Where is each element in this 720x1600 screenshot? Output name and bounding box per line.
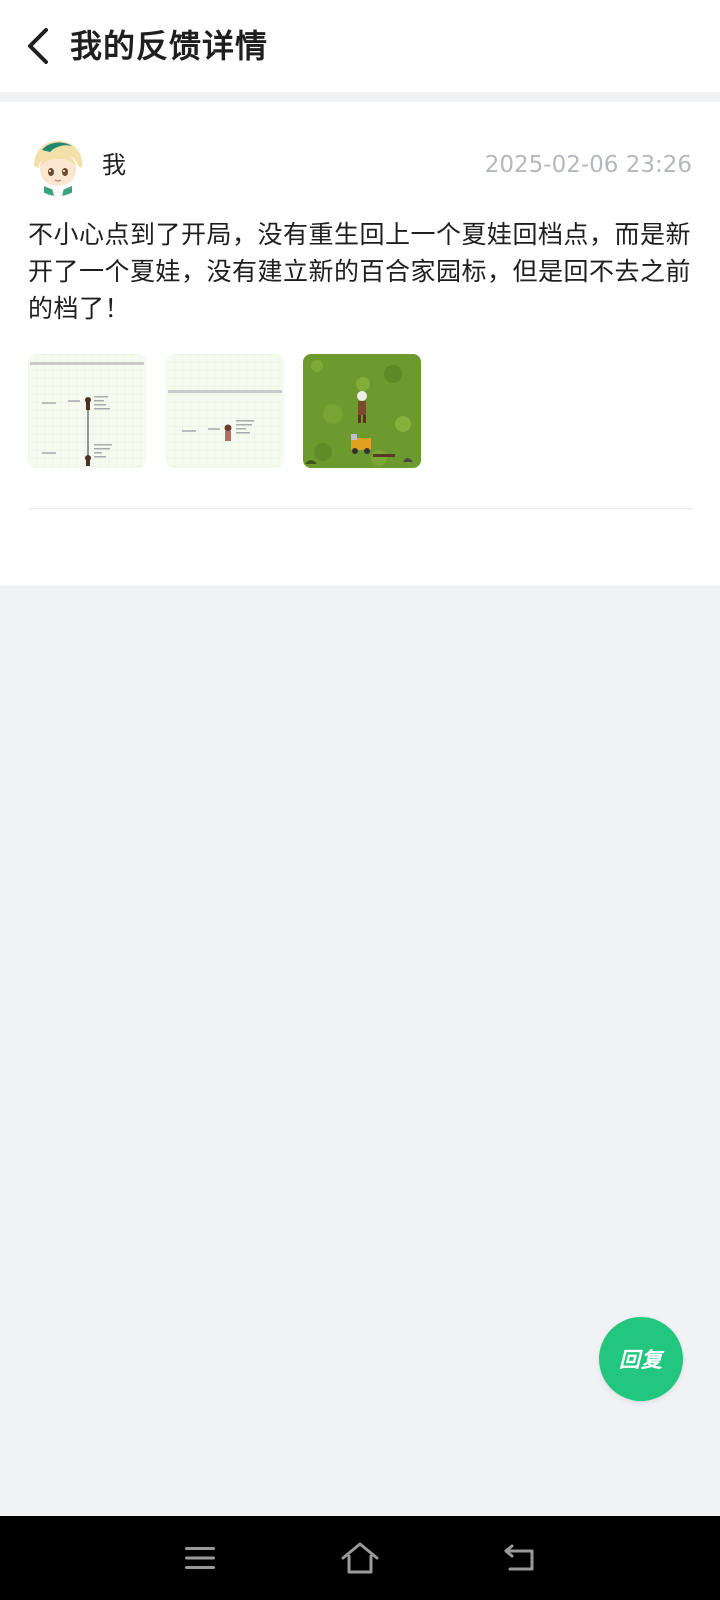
home-button[interactable] <box>338 1536 382 1580</box>
back-nav-button[interactable] <box>498 1536 542 1580</box>
attachment-thumbnail-2[interactable] <box>166 354 284 468</box>
menu-icon <box>185 1547 215 1569</box>
system-navigation-bar <box>0 1516 720 1600</box>
attachment-thumbnail-1[interactable] <box>28 354 146 468</box>
page-title: 我的反馈详情 <box>70 27 269 65</box>
avatar-character-icon <box>28 136 88 196</box>
menu-button[interactable] <box>178 1536 222 1580</box>
family-tree-image <box>166 354 284 468</box>
feedback-timestamp: 2025-02-06 23:26 <box>484 152 692 178</box>
header-bar: 我的反馈详情 <box>0 0 720 92</box>
feedback-message: 不小心点到了开局，没有重生回上一个夏娃回档点，而是新开了一个夏娃，没有建立新的百… <box>28 220 692 323</box>
attachment-thumbnail-3[interactable] <box>303 354 421 468</box>
feedback-card: 我 2025-02-06 23:26 不小心点到了开局，没有重生回上一个夏娃回档… <box>0 102 720 585</box>
back-icon <box>504 1544 534 1571</box>
game-field-image <box>303 354 421 468</box>
home-icon <box>341 1542 379 1574</box>
author-name: 我 <box>102 151 126 179</box>
family-tree-image <box>28 354 146 468</box>
chevron-left-icon <box>28 28 48 64</box>
divider <box>28 508 693 509</box>
reply-button-label: 回复 <box>619 1348 663 1372</box>
back-button[interactable] <box>18 22 58 70</box>
reply-button[interactable]: 回复 <box>599 1317 683 1401</box>
avatar <box>28 136 88 196</box>
